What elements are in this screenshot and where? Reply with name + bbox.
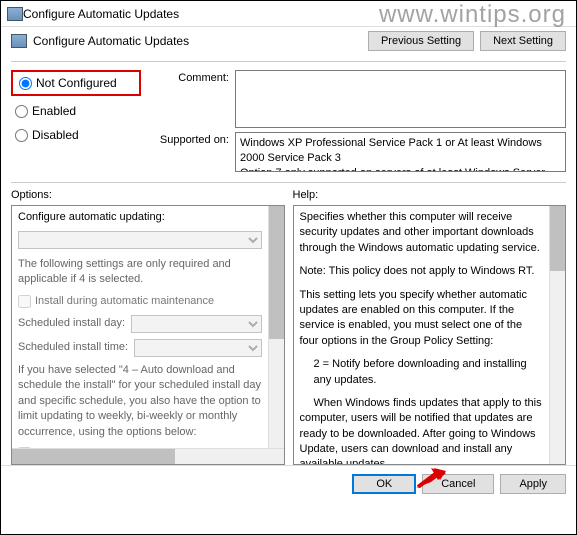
radio-not-configured[interactable]: Not Configured <box>11 70 141 96</box>
help-opt2-desc: When Windows finds updates that apply to… <box>300 396 544 464</box>
required-note: The following settings are only required… <box>18 257 262 288</box>
install-maintenance-input[interactable] <box>18 295 31 308</box>
radio-not-configured-label: Not Configured <box>36 76 117 90</box>
divider <box>11 182 566 183</box>
options-hscrollbar[interactable] <box>12 448 284 464</box>
options-pane: Configure automatic updating: The follow… <box>11 205 285 465</box>
policy-icon <box>7 7 23 21</box>
state-radios: Not Configured Enabled Disabled <box>11 70 141 172</box>
help-column: Help: Specifies whether this computer wi… <box>293 187 567 465</box>
radio-disabled-label: Disabled <box>32 128 79 142</box>
help-pane: Specifies whether this computer will rec… <box>293 205 567 465</box>
options-label: Options: <box>11 187 285 205</box>
scheduled-time-select[interactable] <box>134 339 261 357</box>
options-column: Options: Configure automatic updating: T… <box>11 187 285 465</box>
radio-disabled[interactable]: Disabled <box>11 126 141 144</box>
policy-icon <box>11 34 27 48</box>
radio-enabled-input[interactable] <box>15 105 28 118</box>
options-vscrollbar[interactable] <box>268 206 284 448</box>
radio-enabled-label: Enabled <box>32 104 76 118</box>
comment-textarea[interactable] <box>235 70 566 128</box>
configure-updating-label: Configure automatic updating: <box>18 210 165 225</box>
divider <box>11 61 566 62</box>
help-p2: Note: This policy does not apply to Wind… <box>300 264 544 279</box>
previous-setting-button[interactable]: Previous Setting <box>368 31 474 51</box>
install-maintenance-label: Install during automatic maintenance <box>35 294 214 309</box>
scheduled-day-label: Scheduled install day: <box>18 316 125 331</box>
ok-button[interactable]: OK <box>352 474 416 494</box>
state-section: Not Configured Enabled Disabled Comment:… <box>1 66 576 178</box>
configure-updating-select[interactable] <box>18 231 262 249</box>
apply-button[interactable]: Apply <box>500 474 566 494</box>
titlebar: Configure Automatic Updates <box>1 1 576 27</box>
help-label: Help: <box>293 187 567 205</box>
supported-text: Windows XP Professional Service Pack 1 o… <box>235 132 566 172</box>
schedule-note: If you have selected "4 – Auto download … <box>18 363 262 440</box>
radio-disabled-input[interactable] <box>15 129 28 142</box>
comment-label: Comment: <box>149 70 229 84</box>
scheduled-time-label: Scheduled install time: <box>18 340 128 355</box>
scheduled-day-select[interactable] <box>131 315 261 333</box>
help-vscrollbar[interactable] <box>549 206 565 464</box>
radio-not-configured-input[interactable] <box>19 77 32 90</box>
radio-enabled[interactable]: Enabled <box>11 102 141 120</box>
cancel-button[interactable]: Cancel <box>422 474 494 494</box>
header: Configure Automatic Updates Previous Set… <box>1 27 576 57</box>
policy-title: Configure Automatic Updates <box>33 34 189 48</box>
panes: Options: Configure automatic updating: T… <box>1 187 576 465</box>
help-p3: This setting lets you specify whether au… <box>300 288 544 350</box>
window-title: Configure Automatic Updates <box>23 7 179 21</box>
footer: OK Cancel Apply <box>1 465 576 502</box>
help-p1: Specifies whether this computer will rec… <box>300 210 544 256</box>
next-setting-button[interactable]: Next Setting <box>480 31 566 51</box>
install-maintenance-checkbox[interactable]: Install during automatic maintenance <box>18 294 262 309</box>
help-opt2: 2 = Notify before downloading and instal… <box>300 357 544 388</box>
header-title-group: Configure Automatic Updates <box>11 34 360 48</box>
supported-label: Supported on: <box>149 132 229 146</box>
